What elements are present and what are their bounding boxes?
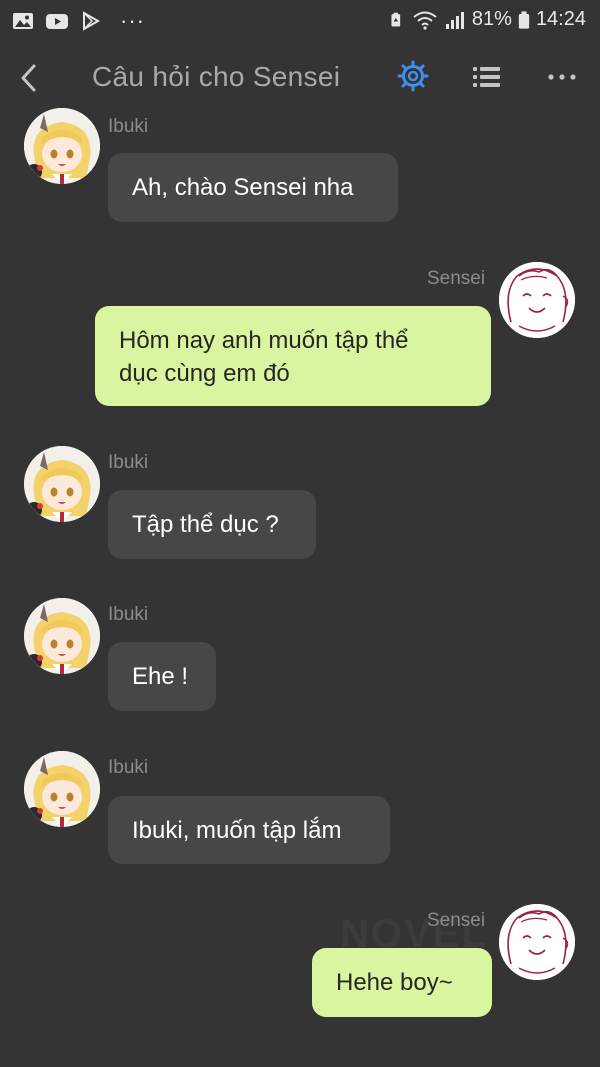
battery-icon [518, 10, 530, 29]
signal-icon [445, 11, 464, 29]
message-text: Hehe boy~ [336, 969, 453, 996]
more-icon[interactable] [545, 60, 579, 94]
message-text: Hôm nay anh muốn tập thể [119, 327, 409, 354]
ibuki-avatar[interactable] [24, 598, 100, 674]
message-text: Ibuki, muốn tập lắm [132, 817, 342, 844]
message-text: dục cùng em đó [119, 360, 290, 387]
gallery-icon [13, 13, 33, 29]
message-bubble[interactable]: Hôm nay anh muốn tập thể dục cùng em đó [95, 306, 491, 406]
ibuki-avatar[interactable] [24, 108, 100, 184]
ibuki-avatar[interactable] [24, 751, 100, 827]
message-bubble[interactable]: Tập thể dục ? [108, 490, 316, 559]
list-icon[interactable] [470, 60, 504, 94]
status-bar: ··· 81% 14:24 [0, 0, 600, 40]
sensei-avatar[interactable] [499, 262, 575, 338]
status-overflow: ··· [120, 8, 145, 33]
play-store-icon [83, 11, 101, 31]
message-bubble[interactable]: Ah, chào Sensei nha [108, 153, 398, 222]
sender-name: Ibuki [108, 452, 149, 473]
message-text: Ehe ! [132, 663, 189, 690]
wifi-icon [413, 11, 437, 30]
message-bubble[interactable]: Ibuki, muốn tập lắm [108, 796, 390, 864]
sender-name: Sensei [427, 910, 486, 931]
gear-icon[interactable] [396, 59, 430, 93]
clock: 14:24 [535, 8, 586, 30]
message-bubble[interactable]: Hehe boy~ [312, 948, 492, 1017]
youtube-icon [46, 14, 68, 29]
sender-name: Ibuki [108, 757, 149, 778]
back-icon[interactable] [14, 58, 46, 98]
sender-name: Ibuki [108, 604, 149, 625]
app-bar: Câu hỏi cho Sensei [0, 40, 600, 116]
message-text: Tập thể dục ? [132, 511, 279, 538]
message-text: Ah, chào Sensei nha [132, 174, 354, 201]
message-bubble[interactable]: Ehe ! [108, 642, 216, 711]
battery-percent: 81% [471, 8, 512, 30]
battery-saver-icon [391, 12, 401, 27]
ibuki-avatar[interactable] [24, 446, 100, 522]
sender-name: Ibuki [108, 116, 149, 137]
page-title: Câu hỏi cho Sensei [92, 61, 341, 92]
sender-name: Sensei [427, 268, 486, 289]
sensei-avatar[interactable] [499, 904, 575, 980]
